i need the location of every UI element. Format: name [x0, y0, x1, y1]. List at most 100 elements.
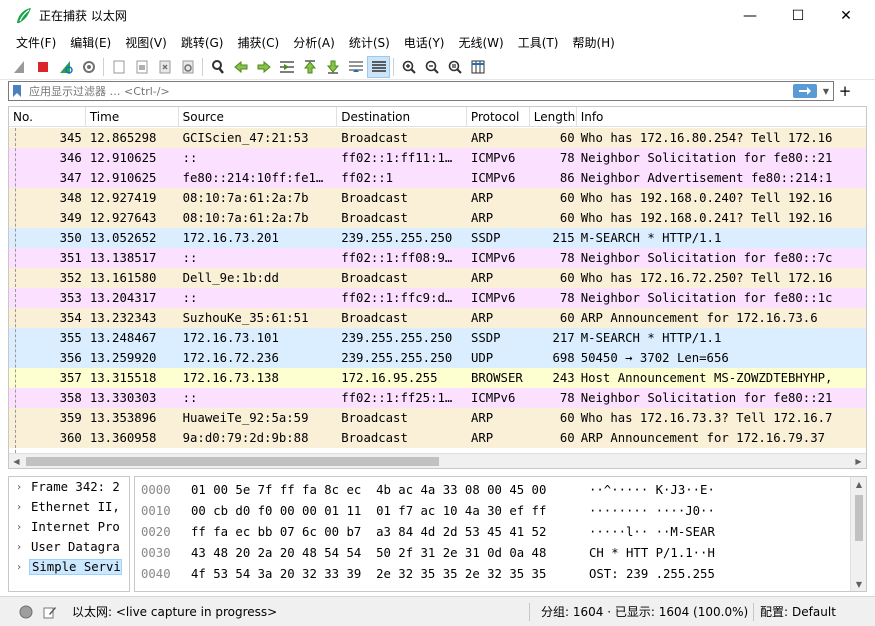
bytes-ascii[interactable]: ··^····· K·J3··E·	[589, 483, 749, 497]
menu-capture[interactable]: 捕获(C)	[231, 34, 285, 51]
autoscroll-button[interactable]	[344, 56, 367, 78]
open-file-button[interactable]	[107, 56, 130, 78]
chevron-right-icon[interactable]: ›	[9, 542, 29, 553]
packet-no: 353	[59, 291, 82, 305]
menu-statistics[interactable]: 统计(S)	[343, 34, 396, 51]
chevron-right-icon[interactable]: ›	[9, 522, 29, 533]
packet-source: 172.16.73.101	[182, 331, 279, 345]
display-filter-input[interactable]	[25, 84, 793, 98]
packet-row[interactable]: 356 13.259920 172.16.72.236 239.255.255.250…	[9, 348, 866, 368]
save-file-button[interactable]	[130, 56, 153, 78]
packet-row[interactable]: 348 12.927419 08:10:7a:61:2a:7b Broadcast AR…	[9, 188, 866, 208]
chevron-right-icon[interactable]: ›	[9, 562, 29, 573]
apply-filter-button[interactable]	[793, 84, 817, 98]
colorize-button[interactable]	[367, 55, 390, 78]
packet-row[interactable]: 346 12.910625:: ff02::1:ff11:1… ICMPv6 78 Nei…	[9, 148, 866, 168]
packet-bytes[interactable]: 0000 01 00 5e 7f ff fa 8c ec 4b ac 4a 33 …	[134, 476, 867, 592]
menu-view[interactable]: 视图(V)	[119, 34, 173, 51]
packet-row[interactable]: 345 12.865298 GCIScien_47:21:53 Broadcast AR…	[9, 128, 866, 148]
close-button[interactable]: ✕	[823, 0, 869, 31]
menu-edit[interactable]: 编辑(E)	[64, 34, 117, 51]
column-header-info[interactable]: Info	[577, 107, 866, 127]
column-header-time[interactable]: Time	[86, 107, 179, 127]
resize-columns-button[interactable]	[466, 56, 489, 78]
packet-row[interactable]: 353 13.204317:: ff02::1:ffc9:d… ICMPv6 78 Nei…	[9, 288, 866, 308]
expert-info-button[interactable]	[18, 604, 34, 620]
column-header-no[interactable]: No.	[9, 107, 86, 127]
menu-help[interactable]: 帮助(H)	[566, 34, 620, 51]
menu-file[interactable]: 文件(F)	[10, 34, 62, 51]
packet-row[interactable]: 350 13.052652 172.16.73.201 239.255.255.250…	[9, 228, 866, 248]
find-packet-button[interactable]	[206, 56, 229, 78]
go-first-button[interactable]	[298, 56, 321, 78]
packet-row[interactable]: 357 13.315518 172.16.73.138 172.16.95.255 BR…	[9, 368, 866, 388]
detail-row[interactable]: › Ethernet II,	[9, 497, 129, 517]
bytes-offset: 0010	[141, 503, 171, 518]
minimize-button[interactable]: —	[727, 0, 773, 31]
bytes-hex[interactable]: 43 48 20 2a 20 48 54 54 50 2f 31 2e 31 0…	[185, 546, 589, 560]
scrollbar-thumb[interactable]	[855, 495, 863, 541]
packet-row[interactable]: 349 12.927643 08:10:7a:61:2a:7b Broadcast AR…	[9, 208, 866, 228]
add-filter-button[interactable]: +	[838, 81, 852, 101]
bytes-ascii[interactable]: ········ ····J0··	[589, 504, 749, 518]
scrollbar-thumb[interactable]	[26, 457, 439, 466]
go-back-button[interactable]	[229, 56, 252, 78]
bytes-ascii[interactable]: CH * HTT P/1.1··H	[589, 546, 749, 560]
packet-list-hscrollbar[interactable]: ◀ ▶	[9, 453, 866, 468]
bytes-ascii[interactable]: OST: 239 .255.255	[589, 567, 749, 581]
packet-row[interactable]: 360 13.360958 9a:d0:79:2d:9b:88 Broadcast AR…	[9, 428, 866, 448]
scroll-down-icon[interactable]: ▼	[851, 577, 866, 591]
detail-row[interactable]: › Internet Pro	[9, 517, 129, 537]
column-header-destination[interactable]: Destination	[337, 107, 467, 127]
zoom-reset-icon	[448, 60, 462, 74]
go-last-button[interactable]	[321, 56, 344, 78]
stop-capture-button[interactable]	[31, 56, 54, 78]
column-header-length[interactable]: Length	[530, 107, 577, 127]
maximize-button[interactable]: ☐	[775, 0, 821, 31]
status-profile-value[interactable]: Default	[792, 605, 836, 619]
bytes-ascii[interactable]: ·····l·· ··M-SEAR	[589, 525, 749, 539]
column-header-source[interactable]: Source	[179, 107, 338, 127]
packet-row[interactable]: 347 12.910625 fe80::214:10ff:fe1… ff02::1 IC…	[9, 168, 866, 188]
packet-row[interactable]: 358 13.330303:: ff02::1:ff25:1… ICMPv6 78 Nei…	[9, 388, 866, 408]
go-to-packet-button[interactable]	[275, 56, 298, 78]
filter-bookmark-button[interactable]	[9, 82, 25, 100]
reload-file-button[interactable]	[176, 56, 199, 78]
bytes-hex[interactable]: 4f 53 54 3a 20 32 33 39 2e 32 35 35 2e 3…	[185, 567, 589, 581]
zoom-out-button[interactable]	[420, 56, 443, 78]
detail-row-selected[interactable]: › Simple Servi	[9, 557, 129, 577]
detail-row[interactable]: › User Datagra	[9, 537, 129, 557]
bytes-vscrollbar[interactable]: ▲ ▼	[850, 477, 866, 591]
scroll-left-icon[interactable]: ◀	[9, 454, 24, 468]
bytes-hex[interactable]: 01 00 5e 7f ff fa 8c ec 4b ac 4a 33 08 0…	[185, 483, 589, 497]
menu-wireless[interactable]: 无线(W)	[453, 34, 510, 51]
packet-row[interactable]: 355 13.248467 172.16.73.101 239.255.255.250…	[9, 328, 866, 348]
packet-row[interactable]: 352 13.161580 Dell_9e:1b:dd Broadcast ARP 60 W…	[9, 268, 866, 288]
menu-analyze[interactable]: 分析(A)	[287, 34, 341, 51]
packet-details[interactable]: › Frame 342: 2 › Ethernet II, › Internet Pr…	[8, 476, 130, 592]
packet-row[interactable]: 351 13.138517:: ff02::1:ff08:9… ICMPv6 78 Nei…	[9, 248, 866, 268]
start-capture-button[interactable]	[8, 56, 31, 78]
zoom-normal-button[interactable]	[443, 56, 466, 78]
capture-options-button[interactable]	[77, 56, 100, 78]
chevron-right-icon[interactable]: ›	[9, 482, 29, 493]
menu-telephony[interactable]: 电话(Y)	[398, 34, 451, 51]
packet-list[interactable]: No. Time Source Destination Protocol Len…	[8, 106, 867, 469]
packet-row[interactable]: 359 13.353896 HuaweiTe_92:5a:59 Broadcast AR…	[9, 408, 866, 428]
bytes-hex[interactable]: 00 cb d0 f0 00 00 01 11 01 f7 ac 10 4a 3…	[185, 504, 589, 518]
detail-row[interactable]: › Frame 342: 2	[9, 477, 129, 497]
restart-capture-button[interactable]	[54, 56, 77, 78]
zoom-in-button[interactable]	[397, 56, 420, 78]
filter-history-dropdown[interactable]: ▼	[819, 87, 833, 96]
go-forward-button[interactable]	[252, 56, 275, 78]
scroll-up-icon[interactable]: ▲	[851, 477, 866, 491]
scroll-right-icon[interactable]: ▶	[851, 454, 866, 468]
menu-tools[interactable]: 工具(T)	[512, 34, 565, 51]
capture-comment-button[interactable]	[42, 604, 58, 620]
bytes-hex[interactable]: ff fa ec bb 07 6c 00 b7 a3 84 4d 2d 53 4…	[185, 525, 589, 539]
chevron-right-icon[interactable]: ›	[9, 502, 29, 513]
close-file-button[interactable]	[153, 56, 176, 78]
column-header-protocol[interactable]: Protocol	[467, 107, 530, 127]
menu-go[interactable]: 跳转(G)	[175, 34, 230, 51]
packet-row[interactable]: 354 13.232343 SuzhouKe_35:61:51 Broadcast AR…	[9, 308, 866, 328]
